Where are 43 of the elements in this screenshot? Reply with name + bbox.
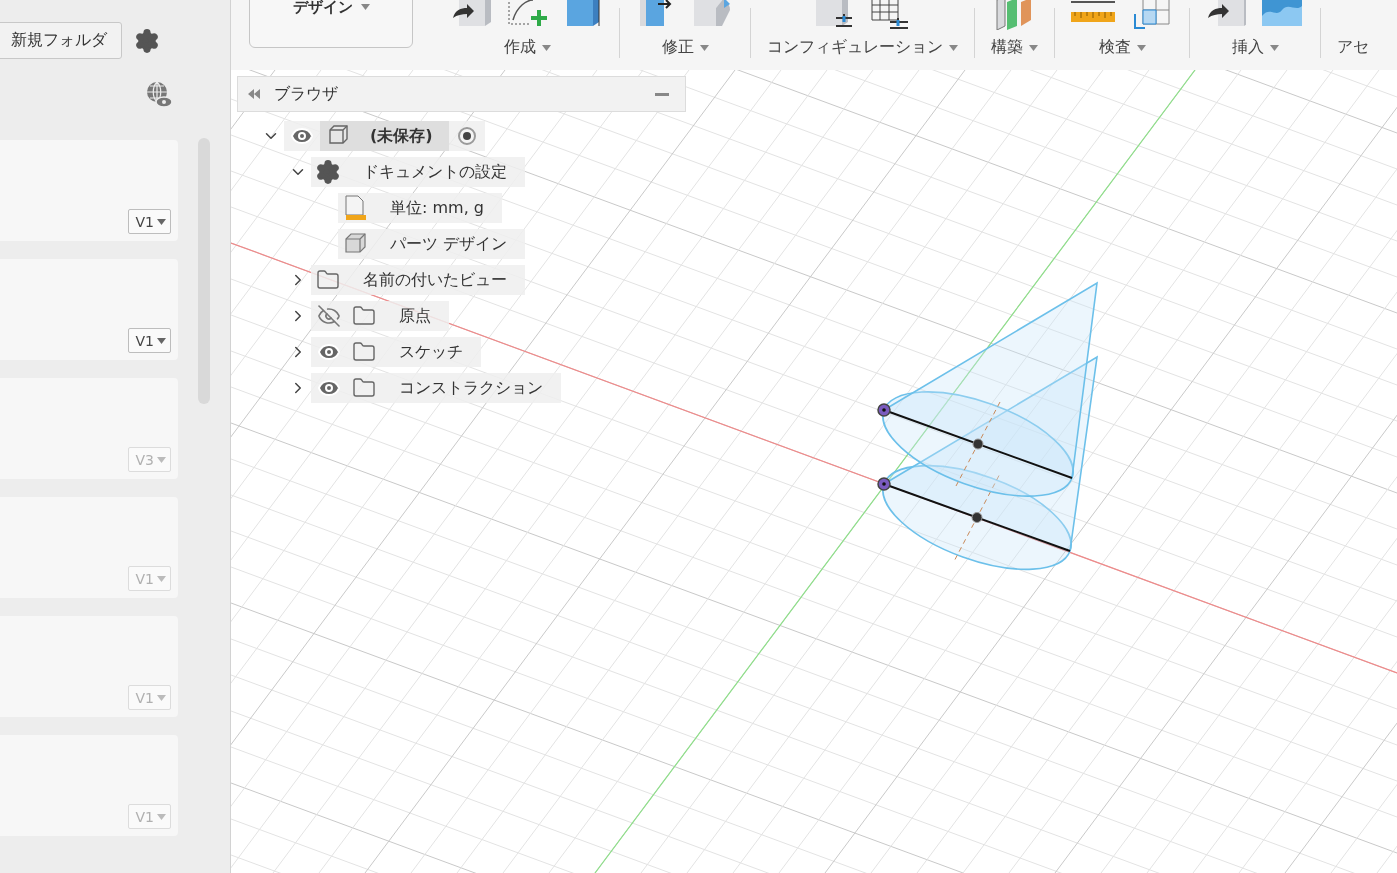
design-canvas[interactable]: ブラウザ (未保存) ドキュメントの設定 単位: mm, g パーツ デザイン 名前の付いたビュー 原点 スケッチ コンストラクション [231, 70, 1397, 873]
activate-radio[interactable] [457, 127, 476, 145]
new-folder-button[interactable]: 新規フォルダ [0, 22, 122, 59]
folder-icon [352, 340, 376, 364]
folder-icon [352, 304, 376, 328]
tool-group-menu[interactable]: アセ [1337, 37, 1369, 58]
document-ruler-icon [343, 195, 367, 221]
caret-icon [1029, 44, 1038, 51]
version-dropdown[interactable]: V1 [127, 328, 171, 353]
globe-icon[interactable] [146, 81, 172, 109]
caret-icon [157, 337, 166, 344]
part-icon [344, 233, 366, 255]
settings-icon[interactable] [134, 27, 160, 54]
folder-icon [316, 268, 340, 292]
eye-off-icon[interactable] [317, 304, 341, 328]
tool-group-menu[interactable]: 構築 [991, 37, 1038, 58]
caret-icon [157, 694, 166, 701]
browser-title: ブラウザ [274, 83, 339, 105]
file-card[interactable]: V1 [0, 259, 178, 360]
caret-icon [157, 456, 166, 463]
tool-group-menu[interactable]: 作成 [503, 37, 551, 58]
tool-group-menu[interactable]: 挿入 [1231, 37, 1279, 58]
caret-icon [949, 44, 958, 51]
folder-icon [352, 376, 376, 400]
version-dropdown[interactable]: V1 [127, 209, 171, 234]
caret-icon [541, 44, 551, 51]
workspace-dropdown[interactable]: デザイン [249, 0, 413, 48]
component-icon [326, 125, 348, 147]
minus-icon [655, 92, 669, 96]
caret-icon [157, 218, 166, 225]
caret-icon [1136, 44, 1146, 51]
configure-box-icon[interactable] [813, 0, 854, 30]
caret-icon [1269, 44, 1279, 51]
tool-group-menu[interactable]: 検査 [1098, 37, 1146, 58]
caret-icon [360, 4, 370, 10]
file-card[interactable]: V1 [0, 140, 178, 241]
collapse-icon[interactable] [248, 89, 260, 99]
caret-icon [699, 44, 709, 51]
settings-icon [315, 159, 341, 185]
tool-group-menu[interactable]: 修正 [661, 37, 709, 58]
tool-group-menu[interactable]: コンフィギュレーション [767, 37, 958, 58]
caret-icon [157, 813, 166, 820]
caret-icon [157, 575, 166, 582]
